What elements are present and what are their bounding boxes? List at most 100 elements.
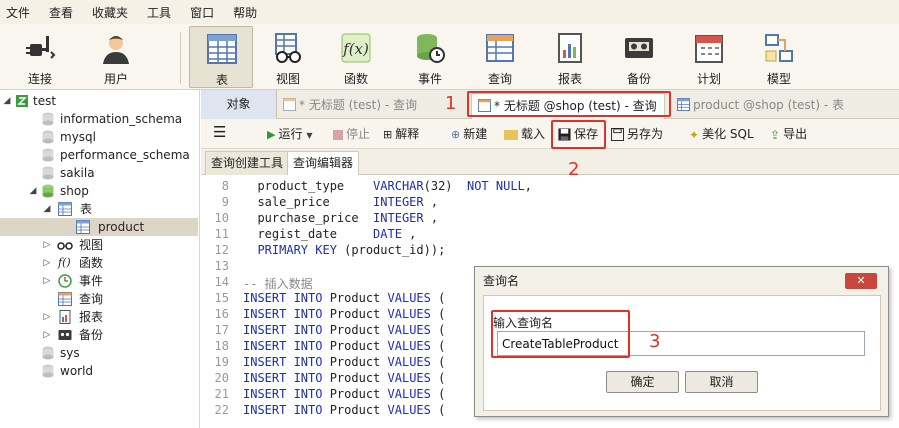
model-icon bbox=[765, 34, 793, 62]
database-icon bbox=[42, 148, 54, 162]
export-button[interactable]: ⇪ 导出 bbox=[770, 125, 807, 143]
tree-db-information-schema[interactable]: information_schema bbox=[0, 110, 198, 128]
table-icon bbox=[58, 202, 72, 216]
sql-keyword: VALUES bbox=[387, 371, 431, 385]
expand-icon[interactable]: ▷ bbox=[42, 272, 52, 290]
explain-button[interactable]: ⊞ 解释 bbox=[383, 125, 419, 143]
database-icon bbox=[42, 112, 54, 126]
annotation-number: 2 bbox=[568, 159, 580, 180]
chevron-down-icon[interactable]: ▼ bbox=[306, 131, 312, 140]
load-label: 载入 bbox=[521, 127, 546, 141]
connection-icon bbox=[16, 95, 28, 107]
tree-functions-node[interactable]: ▷ f() 函数 bbox=[0, 254, 198, 272]
menu-file[interactable]: 文件 bbox=[0, 4, 43, 21]
expand-icon[interactable]: ▷ bbox=[42, 236, 52, 254]
tree-table-product[interactable]: product bbox=[0, 218, 198, 236]
tab-label: * 无标题 (test) - 查询 bbox=[299, 98, 417, 112]
view-button[interactable]: 视图 bbox=[258, 26, 318, 88]
tree-queries-node[interactable]: 查询 bbox=[0, 290, 198, 308]
report-icon bbox=[558, 33, 582, 63]
menu-favorites[interactable]: 收藏夹 bbox=[86, 4, 141, 21]
tree-label: mysql bbox=[60, 130, 96, 144]
report-label: 报表 bbox=[557, 72, 582, 86]
menu-window[interactable]: 窗口 bbox=[184, 4, 227, 21]
tree-tables-node[interactable]: ◢ 表 bbox=[0, 200, 198, 218]
sql-text: Product bbox=[322, 387, 388, 401]
expand-icon[interactable]: ▷ bbox=[42, 254, 52, 272]
schedule-button[interactable]: 计划 bbox=[679, 26, 739, 88]
sql-text: regist_date bbox=[243, 227, 374, 241]
tree-db-sys[interactable]: sys bbox=[0, 344, 198, 362]
line-number: 13 bbox=[214, 259, 229, 273]
tree-label: sys bbox=[60, 346, 80, 360]
close-icon[interactable]: ✕ bbox=[845, 273, 877, 289]
function-icon: f() bbox=[58, 256, 71, 269]
line-number: 17 bbox=[214, 323, 229, 337]
tree-events-node[interactable]: ▷ 事件 bbox=[0, 272, 198, 290]
function-button[interactable]: f(x) 函数 bbox=[326, 26, 386, 88]
user-icon bbox=[103, 36, 129, 64]
collapse-icon[interactable]: ◢ bbox=[42, 200, 52, 218]
load-button[interactable]: 载入 bbox=[504, 125, 545, 143]
line-number: 21 bbox=[214, 387, 229, 401]
backup-button[interactable]: 备份 bbox=[609, 26, 669, 88]
tab-objects[interactable]: 对象 bbox=[201, 90, 277, 119]
tree-backups-node[interactable]: ▷ 备份 bbox=[0, 326, 198, 344]
tab-query-builder[interactable]: 查询创建工具 bbox=[205, 151, 290, 175]
table-button[interactable]: 表 bbox=[189, 26, 253, 88]
play-icon: ▶ bbox=[267, 127, 276, 141]
tree-db-shop[interactable]: ◢ shop bbox=[0, 182, 198, 200]
sql-text: ( bbox=[430, 307, 446, 321]
beautify-sql-button[interactable]: ✦ 美化 SQL bbox=[689, 125, 754, 143]
collapse-icon[interactable]: ◢ bbox=[28, 182, 38, 200]
user-button[interactable]: 用户 bbox=[86, 26, 146, 88]
menu-help[interactable]: 帮助 bbox=[227, 4, 270, 21]
tree-label: test bbox=[33, 94, 57, 108]
tree-db-performance-schema[interactable]: performance_schema bbox=[0, 146, 198, 164]
code-line: INSERT INTO Product VALUES ( bbox=[243, 355, 445, 369]
tree-db-sakila[interactable]: sakila bbox=[0, 164, 198, 182]
tree-reports-node[interactable]: ▷ 报表 bbox=[0, 308, 198, 326]
sql-text: product_type bbox=[243, 179, 374, 193]
event-button[interactable]: 事件 bbox=[400, 26, 460, 88]
model-button[interactable]: 模型 bbox=[749, 26, 809, 88]
tab-label: product @shop (test) - 表 bbox=[693, 98, 844, 112]
expand-icon[interactable]: ▷ bbox=[42, 308, 52, 326]
tree-db-mysql[interactable]: mysql bbox=[0, 128, 198, 146]
new-button[interactable]: ⊕ 新建 bbox=[451, 125, 487, 143]
sql-keyword: INSERT INTO bbox=[243, 323, 323, 337]
tree-label: shop bbox=[60, 184, 89, 198]
beautify-label: 美化 SQL bbox=[702, 127, 754, 141]
tab-product-table[interactable]: product @shop (test) - 表 bbox=[671, 93, 861, 119]
view-icon bbox=[57, 242, 73, 250]
connection-tree: ◢ test information_schema mysql performa… bbox=[0, 90, 200, 428]
cancel-button[interactable]: 取消 bbox=[685, 371, 758, 393]
backup-icon bbox=[58, 330, 72, 340]
save-as-button[interactable]: 另存为 bbox=[611, 125, 663, 143]
stop-button[interactable]: 停止 bbox=[333, 125, 370, 143]
run-label: 运行 bbox=[278, 127, 303, 141]
line-number: 20 bbox=[214, 371, 229, 385]
view-label: 视图 bbox=[275, 72, 300, 86]
tree-connection-test[interactable]: ◢ test bbox=[0, 92, 198, 110]
tab-query-editor[interactable]: 查询编辑器 bbox=[287, 151, 360, 175]
menu-icon[interactable]: ☰ bbox=[213, 123, 226, 141]
schedule-label: 计划 bbox=[696, 72, 721, 86]
sql-text: (product_id)); bbox=[336, 243, 446, 257]
tab-untitled-query-test[interactable]: * 无标题 (test) - 查询 bbox=[277, 93, 465, 119]
ok-button[interactable]: 确定 bbox=[606, 371, 679, 393]
menu-tools[interactable]: 工具 bbox=[141, 4, 184, 21]
expand-icon[interactable]: ▷ bbox=[42, 326, 52, 344]
collapse-icon[interactable]: ◢ bbox=[2, 92, 12, 110]
connect-button[interactable]: 连接 bbox=[10, 26, 70, 88]
report-button[interactable]: 报表 bbox=[540, 26, 600, 88]
menu-view[interactable]: 查看 bbox=[43, 4, 86, 21]
function-label: 函数 bbox=[343, 72, 368, 86]
code-line: INSERT INTO Product VALUES ( bbox=[243, 403, 445, 417]
run-button[interactable]: ▶ 运行 ▼ bbox=[267, 125, 312, 143]
tree-label: 视图 bbox=[79, 238, 104, 252]
code-line: -- 插入数据 bbox=[243, 275, 313, 292]
tree-views-node[interactable]: ▷ 视图 bbox=[0, 236, 198, 254]
tree-db-world[interactable]: world bbox=[0, 362, 198, 380]
query-button[interactable]: 查询 bbox=[470, 26, 530, 88]
